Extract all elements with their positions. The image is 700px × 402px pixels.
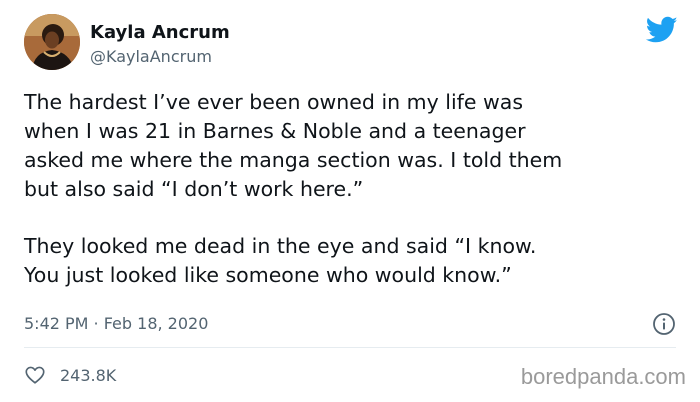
tweet-line: when I was 21 in Barnes & Noble and a te… xyxy=(24,119,526,143)
tweet-text: The hardest I’ve ever been owned in my l… xyxy=(24,88,684,290)
info-icon[interactable] xyxy=(652,312,676,336)
watermark: boredpanda.com xyxy=(520,364,686,389)
twitter-bird-icon[interactable] xyxy=(646,16,678,44)
tweet-card: Kayla Ancrum @KaylaAncrum The hardest I’… xyxy=(0,0,700,402)
like-action[interactable]: 243.8K xyxy=(24,364,116,386)
tweet-line: but also said “I don’t work here.” xyxy=(24,177,364,201)
tweet-timestamp[interactable]: 5:42 PM · Feb 18, 2020 xyxy=(24,314,208,333)
tweet-line: You just looked like someone who would k… xyxy=(24,263,512,287)
like-count: 243.8K xyxy=(60,365,117,385)
tweet-line: They looked me dead in the eye and said … xyxy=(24,234,537,258)
author-handle[interactable]: @KaylaAncrum xyxy=(90,47,212,66)
divider xyxy=(24,347,676,348)
heart-icon[interactable] xyxy=(24,364,46,386)
tweet-line: The hardest I’ve ever been owned in my l… xyxy=(24,90,524,114)
avatar[interactable] xyxy=(24,14,80,70)
tweet-line: asked me where the manga section was. I … xyxy=(24,148,563,172)
author-display-name[interactable]: Kayla Ancrum xyxy=(90,22,230,43)
profile-photo-icon xyxy=(24,14,80,70)
